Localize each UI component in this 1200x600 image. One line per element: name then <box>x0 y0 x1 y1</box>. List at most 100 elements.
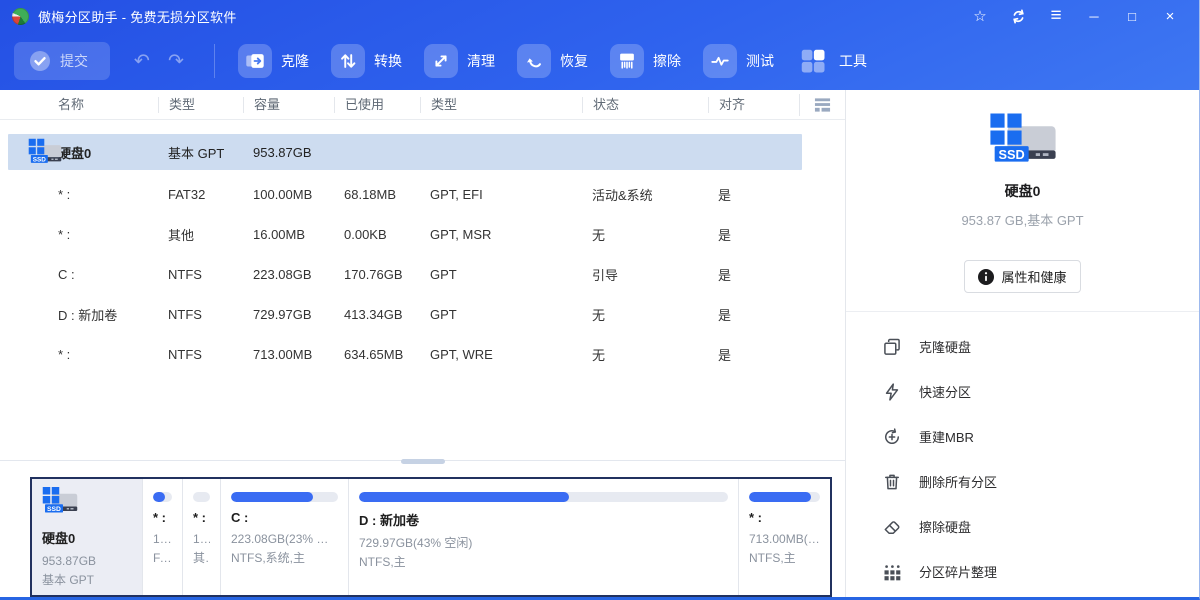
undo-icon[interactable]: ↶ <box>130 50 154 73</box>
header-fs-type[interactable]: 类型 <box>158 97 253 113</box>
partition-row[interactable]: * : 其他 16.00MB 0.00KB GPT, MSR 无 是 <box>0 214 845 254</box>
usage-bar <box>749 492 820 502</box>
clean-icon <box>424 44 458 78</box>
map-part-fs: FAT... <box>153 549 172 568</box>
toolbar-item-convert[interactable]: 转换 <box>331 44 402 78</box>
sidebar-item-label: 重建MBR <box>919 427 974 446</box>
cell-aligned: 是 <box>718 265 845 284</box>
disk-map-partition[interactable]: C : 223.08GB(23% 空闲) NTFS,系统,主 <box>220 479 348 595</box>
sidebar-item-clone-disk[interactable]: 克隆硬盘 <box>846 324 1199 369</box>
cell-name: D : 新加卷 <box>58 305 168 324</box>
toolbar-label: 克隆 <box>281 51 309 71</box>
header-status[interactable]: 状态 <box>582 97 718 113</box>
disk-map-partition[interactable]: * : 16.... 其... <box>182 479 220 595</box>
minimize-button[interactable]: ─ <box>1075 2 1113 30</box>
convert-icon <box>331 44 365 78</box>
map-part-name: * : <box>193 510 210 525</box>
cell-capacity: 16.00MB <box>253 227 344 242</box>
map-disk-type: 基本 GPT <box>42 571 132 590</box>
cell-aligned: 是 <box>718 225 845 244</box>
defragment-icon <box>882 562 902 582</box>
cell-name: * : <box>58 347 168 362</box>
partition-row[interactable]: * : NTFS 713.00MB 634.65MB GPT, WRE 无 是 <box>0 334 845 374</box>
redo-icon[interactable]: ↷ <box>164 50 188 73</box>
toolbar-item-tools[interactable]: 工具 <box>796 44 867 78</box>
map-part-name: C : <box>231 510 338 525</box>
map-disk-name: 硬盘0 <box>42 528 132 547</box>
test-waveform-icon <box>703 44 737 78</box>
cell-status: 无 <box>592 345 718 364</box>
map-part-name: D : 新加卷 <box>359 510 728 529</box>
header-part-type[interactable]: 类型 <box>420 97 592 113</box>
toolbar-item-erase[interactable]: 擦除 <box>610 44 681 78</box>
erase-shredder-icon <box>610 44 644 78</box>
table-header: 名称 类型 容量 已使用 类型 状态 对齐 <box>0 90 845 120</box>
partition-table-panel: 名称 类型 容量 已使用 类型 状态 对齐 硬盘0 基本 GP <box>0 90 845 597</box>
disk-map-partition[interactable]: D : 新加卷 729.97GB(43% 空闲) NTFS,主 <box>348 479 738 595</box>
sidebar-item-defragment[interactable]: 分区碎片整理 <box>846 549 1199 594</box>
header-used[interactable]: 已使用 <box>334 97 430 113</box>
cell-aligned: 是 <box>718 305 845 324</box>
toolbar-item-test[interactable]: 测试 <box>703 44 774 78</box>
cell-ptype: GPT <box>430 307 592 322</box>
partition-row[interactable]: * : FAT32 100.00MB 68.18MB GPT, EFI 活动&系… <box>0 174 845 214</box>
sidebar-item-wipe-disk[interactable]: 擦除硬盘 <box>846 504 1199 549</box>
partition-row[interactable]: C : NTFS 223.08GB 170.76GB GPT 引导 是 <box>0 254 845 294</box>
header-capacity[interactable]: 容量 <box>243 97 344 113</box>
disk-map-partition[interactable]: * : 713.00MB(1... NTFS,主 <box>738 479 830 595</box>
sidebar-item-label: 擦除硬盘 <box>919 517 971 536</box>
sidebar-actions: 克隆硬盘 快速分区 重建MBR <box>846 312 1199 600</box>
disk-capacity: 953.87GB <box>253 145 344 160</box>
cell-fs: FAT32 <box>168 187 253 202</box>
toolbar-item-recover[interactable]: 恢复 <box>517 44 588 78</box>
recover-icon <box>517 44 551 78</box>
sidebar-item-delete-all-partitions[interactable]: 删除所有分区 <box>846 459 1199 504</box>
disk-row-selected[interactable]: 硬盘0 基本 GPT 953.87GB <box>8 134 802 170</box>
view-mode-icon[interactable] <box>799 94 831 116</box>
cell-capacity: 713.00MB <box>253 347 344 362</box>
toolbar-item-clean[interactable]: 清理 <box>424 44 495 78</box>
toolbar-item-clone[interactable]: 克隆 <box>238 44 309 78</box>
disk-map-disk-cell[interactable]: 硬盘0 953.87GB 基本 GPT <box>32 479 142 595</box>
map-part-size: 100... <box>153 530 172 549</box>
app-bar: 傲梅分区助手 - 免费无损分区软件 ☆ ≡ ─ □ × <box>0 0 1199 90</box>
sidebar: 硬盘0 953.87 GB,基本 GPT 属性和健康 <box>845 90 1199 597</box>
tools-grid-icon <box>796 44 830 78</box>
sidebar-disk-info: 953.87 GB,基本 GPT <box>846 210 1199 229</box>
menu-icon[interactable]: ≡ <box>1037 2 1075 30</box>
header-name[interactable]: 名称 <box>58 97 168 113</box>
map-part-size: 16.... <box>193 530 210 549</box>
splitter-handle[interactable] <box>401 459 445 464</box>
cell-fs: NTFS <box>168 307 253 322</box>
maximize-button[interactable]: □ <box>1113 2 1151 30</box>
toolbar-label: 工具 <box>839 51 867 71</box>
cell-name: * : <box>58 187 168 202</box>
cell-fs: NTFS <box>168 347 253 362</box>
close-button[interactable]: × <box>1151 2 1189 30</box>
usage-bar <box>359 492 728 502</box>
usage-bar <box>193 492 210 502</box>
sidebar-item-label: 快速分区 <box>919 382 971 401</box>
disk-type: 基本 GPT <box>168 143 253 162</box>
refresh-icon[interactable] <box>999 2 1037 30</box>
cell-status: 无 <box>592 225 718 244</box>
eraser-icon <box>882 517 902 537</box>
sidebar-item-label: 删除所有分区 <box>919 472 997 491</box>
disk-map-partition[interactable]: * : 100... FAT... <box>142 479 182 595</box>
app-window: 傲梅分区助手 - 免费无损分区软件 ☆ ≡ ─ □ × <box>0 0 1200 600</box>
map-part-fs: NTFS,主 <box>359 553 728 572</box>
usage-bar <box>231 492 338 502</box>
check-circle-icon <box>28 49 52 73</box>
toolbar-label: 擦除 <box>653 51 681 71</box>
sidebar-item-quick-partition[interactable]: 快速分区 <box>846 369 1199 414</box>
properties-health-button[interactable]: 属性和健康 <box>964 260 1080 293</box>
sidebar-item-rebuild-mbr[interactable]: 重建MBR <box>846 414 1199 459</box>
favorite-star-icon[interactable]: ☆ <box>961 2 999 30</box>
disk-name: 硬盘0 <box>58 143 168 162</box>
partition-row[interactable]: D : 新加卷 NTFS 729.97GB 413.34GB GPT 无 是 <box>0 294 845 334</box>
trash-icon <box>882 472 902 492</box>
toolbar-label: 转换 <box>374 51 402 71</box>
cell-used: 413.34GB <box>344 307 430 322</box>
cell-ptype: GPT, MSR <box>430 227 592 242</box>
submit-button[interactable]: 提交 <box>14 42 110 80</box>
